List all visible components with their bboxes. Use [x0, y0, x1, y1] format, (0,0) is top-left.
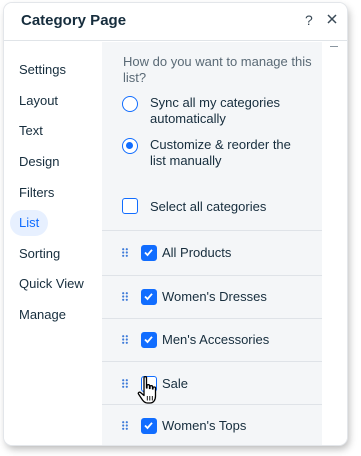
help-button[interactable]: ? — [305, 12, 313, 28]
list-item: Women's Dresses — [102, 275, 322, 319]
sidebar-item-list[interactable]: List — [10, 210, 49, 236]
sidebar-item-quick-view[interactable]: Quick View — [10, 271, 93, 297]
check-icon — [144, 249, 153, 257]
sidebar-item-sorting[interactable]: Sorting — [10, 241, 69, 267]
sidebar-item-filters[interactable]: Filters — [10, 180, 63, 206]
close-icon[interactable] — [325, 10, 341, 28]
category-label: Sale — [162, 376, 189, 391]
list-item: Men's Accessories — [102, 318, 322, 362]
panel-title: Category Page — [21, 12, 127, 29]
drag-handle-icon[interactable] — [122, 421, 128, 430]
sidebar-item-text[interactable]: Text — [10, 118, 52, 144]
category-checkbox[interactable] — [141, 418, 157, 434]
sync-categories-option[interactable]: Sync all my categories automatically — [122, 95, 300, 127]
category-label: Women's Dresses — [162, 289, 267, 304]
drag-handle-icon[interactable] — [122, 248, 128, 257]
sidebar-item-design[interactable]: Design — [10, 149, 68, 175]
radio-sync-label: Sync all my categories automatically — [150, 95, 281, 126]
category-label: Women's Tops — [162, 418, 247, 433]
category-checkbox[interactable] — [141, 376, 157, 392]
scrollbar[interactable] — [322, 42, 347, 445]
category-checkbox[interactable] — [141, 245, 157, 261]
category-checkbox[interactable] — [141, 332, 157, 348]
list-item: All Products — [102, 231, 322, 275]
sidebar-item-manage[interactable]: Manage — [10, 302, 75, 328]
check-icon — [144, 336, 153, 344]
radio-customize-label: Customize & reorder the list manually — [150, 137, 291, 168]
list-settings-content: How do you want to manage this list? Syn… — [102, 42, 322, 445]
settings-panel: Category Page ? Settings Layout Text Des… — [4, 3, 347, 445]
sidebar-nav: Settings Layout Text Design Filters List… — [4, 42, 102, 445]
check-icon — [144, 293, 153, 301]
sidebar-item-settings[interactable]: Settings — [10, 57, 75, 83]
drag-handle-icon[interactable] — [122, 292, 128, 301]
manage-list-question: How do you want to manage this list? — [123, 54, 312, 85]
radio-customize[interactable] — [122, 138, 138, 154]
check-icon — [144, 422, 153, 430]
select-all-label: Select all categories — [150, 198, 267, 214]
sidebar-item-layout[interactable]: Layout — [10, 88, 67, 114]
scrollbar-thumb[interactable] — [330, 46, 338, 47]
select-all-categories[interactable]: Select all categories — [122, 198, 266, 214]
customize-list-option[interactable]: Customize & reorder the list manually — [122, 137, 300, 169]
category-checkbox[interactable] — [141, 289, 157, 305]
drag-handle-icon[interactable] — [122, 379, 128, 388]
category-label: All Products — [162, 245, 232, 260]
list-item: Sale — [102, 362, 322, 406]
drag-handle-icon[interactable] — [122, 335, 128, 344]
radio-sync[interactable] — [122, 96, 138, 112]
category-label: Men's Accessories — [162, 332, 270, 347]
list-item: Women's Tops — [102, 404, 322, 445]
panel-header: Category Page ? — [4, 3, 347, 41]
select-all-checkbox[interactable] — [122, 198, 138, 214]
